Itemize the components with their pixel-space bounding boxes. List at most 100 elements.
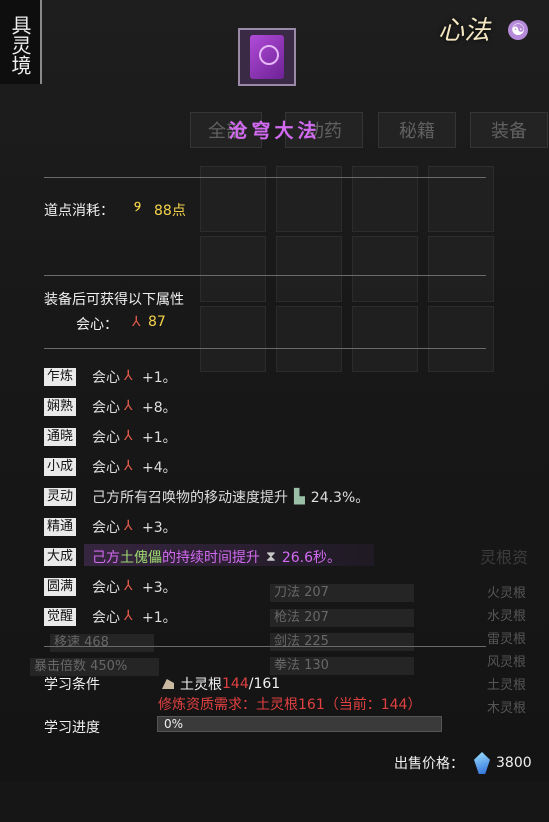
sale-price: 出售价格： 3800	[394, 752, 532, 774]
level-row: 圆满 会心 +3。	[44, 576, 177, 598]
bg-stat: 枪法 207	[270, 609, 414, 627]
level-value: 24.3%。	[310, 490, 370, 506]
level-row: 小成 会心 +4。	[44, 456, 177, 478]
level-row: 通晓 会心 +1。	[44, 426, 177, 448]
bg-grid-cell	[352, 166, 418, 232]
bg-stat: 拳法 130	[270, 657, 414, 675]
bg-side-item: 土灵根	[487, 678, 527, 693]
divider	[44, 275, 486, 276]
root-required: /161	[248, 676, 281, 692]
level-row: 娴熟 会心 +8。	[44, 396, 177, 418]
level-text: 会心	[92, 460, 120, 476]
level-text: 会心	[92, 610, 120, 626]
level-value: +3。	[142, 520, 177, 536]
bonus-stat-label: 会心：	[76, 317, 118, 333]
level-value: 26.6秒。	[281, 550, 341, 566]
level-value: +1。	[142, 610, 177, 626]
level-text: 会心	[92, 370, 120, 386]
bg-side-item: 风灵根	[487, 655, 527, 670]
level-tag: 通晓	[44, 428, 76, 446]
book-title: 沧穹大法	[228, 120, 321, 142]
level-value: +8。	[142, 400, 177, 416]
level-tag: 圆满	[44, 578, 76, 596]
crit-icon	[124, 608, 138, 624]
condition-value: 土灵根 144 /161	[162, 674, 280, 694]
divider	[44, 348, 486, 349]
level-row: 乍炼 会心 +1。	[44, 366, 177, 388]
bg-grid-cell	[428, 236, 494, 302]
divider	[44, 646, 486, 647]
bg-grid-cell	[428, 166, 494, 232]
progress-text: 0%	[164, 717, 184, 731]
bg-grid-cell	[352, 306, 418, 372]
realm-label: 具灵境	[0, 0, 42, 84]
bg-side-item: 雷灵根	[487, 632, 527, 647]
crit-icon	[124, 458, 138, 474]
level-tag: 小成	[44, 458, 76, 476]
bonus-header: 装备后可获得以下属性	[44, 292, 184, 308]
bg-grid-cell	[200, 236, 266, 302]
bg-stat: 刀法 207	[270, 584, 414, 602]
level-tag: 精通	[44, 518, 76, 536]
level-text: 己方所有召唤物的移动速度提升	[92, 490, 288, 506]
crit-icon	[124, 578, 138, 594]
level-value: +3。	[142, 580, 177, 596]
bonus-stat-value: 87	[148, 314, 166, 330]
level-text: 会心	[92, 520, 120, 536]
learn-progress-bar: 0%	[157, 716, 442, 732]
level-text-pre: 己方	[92, 550, 120, 566]
level-value: +1。	[142, 370, 177, 386]
cost-value: 88点	[154, 203, 186, 219]
root-current: 144	[222, 676, 249, 692]
boot-icon: ▙	[294, 489, 305, 505]
cost-label: 道点消耗：	[44, 203, 114, 219]
level-text: 会心	[92, 580, 120, 596]
bg-grid-cell	[352, 236, 418, 302]
bg-side-item: 木灵根	[487, 701, 527, 716]
bg-side-item: 火灵根	[487, 586, 527, 601]
level-tag: 乍炼	[44, 368, 76, 386]
bg-grid-cell	[276, 236, 342, 302]
condition-label: 学习条件	[44, 677, 100, 693]
bg-grid-cell	[276, 166, 342, 232]
sale-value: 3800	[496, 755, 532, 771]
bg-stat: 移速 468	[50, 634, 154, 652]
level-row-highlight: 大成 己方 土傀儡 的持续时间提升 ⧗ 26.6秒。	[44, 546, 341, 568]
xinfa-title: 心法	[438, 16, 491, 46]
bg-side-list: 火灵根 水灵根 雷灵根 风灵根 土灵根 木灵根	[473, 582, 549, 822]
root-name: 土灵根	[180, 677, 222, 693]
level-row: 觉醒 会心 +1。	[44, 606, 177, 628]
bg-grid-cell	[276, 306, 342, 372]
level-tag: 灵动	[44, 488, 76, 506]
purple-book-icon	[238, 28, 296, 86]
yinyang-icon[interactable]: ☯	[508, 20, 528, 40]
bg-grid-cell	[200, 306, 266, 372]
gem-icon	[474, 752, 490, 774]
level-tag: 娴熟	[44, 398, 76, 416]
level-text-post: 的持续时间提升	[162, 550, 260, 566]
requirement-text: 修炼资质需求：土灵根161（当前：144）	[158, 697, 422, 713]
sale-label: 出售价格：	[394, 756, 464, 772]
crit-icon	[124, 368, 138, 384]
progress-label: 学习进度	[44, 720, 100, 736]
bg-grid-cell	[200, 166, 266, 232]
crit-icon	[132, 314, 146, 330]
level-row: 精通 会心 +3。	[44, 516, 177, 538]
bg-side-title: 灵根资	[480, 548, 529, 567]
bg-stat: 剑法 225	[270, 633, 414, 651]
level-text: 会心	[92, 430, 120, 446]
hourglass-icon: ⧗	[266, 549, 276, 565]
divider	[44, 177, 486, 178]
crit-icon	[124, 428, 138, 444]
level-row: 灵动 己方所有召唤物的移动速度提升 ▙ 24.3%。	[44, 486, 369, 508]
bg-side-item: 水灵根	[487, 609, 527, 624]
level-value: +1。	[142, 430, 177, 446]
level-value: +4。	[142, 460, 177, 476]
level-tag: 大成	[44, 548, 76, 566]
level-text-green: 土傀儡	[120, 550, 162, 566]
crit-icon	[124, 518, 138, 534]
earth-root-icon	[162, 679, 174, 689]
dao-point-icon: ୨	[134, 199, 141, 215]
crit-icon	[124, 398, 138, 414]
level-tag: 觉醒	[44, 608, 76, 626]
